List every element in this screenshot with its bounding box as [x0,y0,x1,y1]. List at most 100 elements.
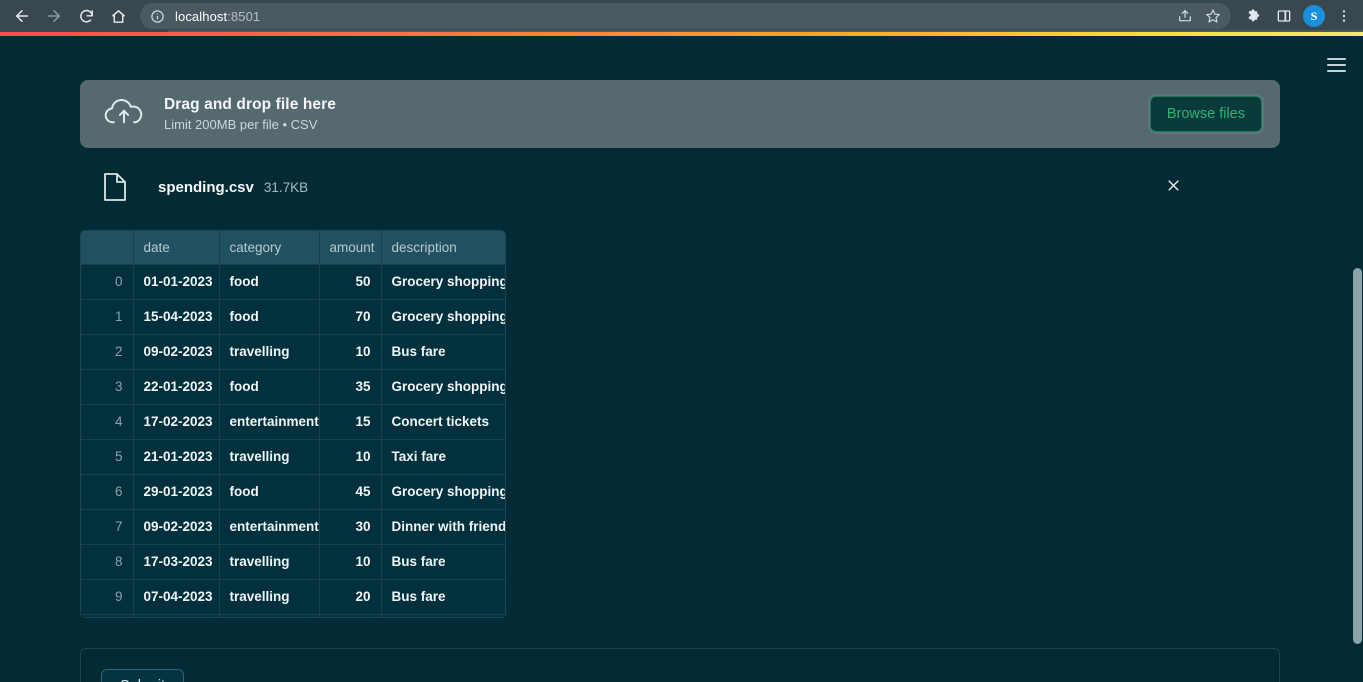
navigation-buttons [0,2,134,30]
avatar-initial: S [1303,5,1325,27]
cell-description: Grocery shopping [381,474,505,510]
cell-amount: 45 [319,474,382,510]
cell-index: 4 [81,404,134,440]
browser-toolbar-right: S [1239,1,1363,31]
back-arrow-icon[interactable] [6,2,38,30]
column-header-category[interactable]: category [219,231,320,265]
uploader-texts: Drag and drop file here Limit 200MB per … [164,96,1150,132]
table-row[interactable]: 0 01-01-2023 food 50 Grocery shopping [81,264,505,300]
cell-description: Dinner with friends [381,509,505,545]
file-uploader-dropzone[interactable]: Drag and drop file here Limit 200MB per … [80,80,1280,148]
cell-date: 22-01-2023 [133,369,220,405]
cell-amount: 10 [319,544,382,580]
file-icon [102,172,128,202]
puzzle-icon[interactable] [1239,1,1269,31]
cell-date: 01-01-2023 [133,264,220,300]
cell-date: 21-01-2023 [133,439,220,475]
dataframe-header: date category amount description [81,231,505,265]
close-icon[interactable] [1160,172,1186,198]
dataframe-body: 0 01-01-2023 food 50 Grocery shopping 1 15-04-… [81,264,505,617]
cell-category: travelling [219,334,320,370]
cell-amount: 50 [319,264,382,300]
table-row[interactable]: 9 07-04-2023 travelling 20 Bus fare [81,579,505,615]
cell-category: food [219,369,320,405]
cell-index: 8 [81,544,134,580]
forward-arrow-icon[interactable] [38,2,70,30]
dataframe[interactable]: date category amount description 0 01-01-… [80,230,506,618]
table-row[interactable]: 6 29-01-2023 food 45 Grocery shopping [81,474,505,510]
cloud-upload-icon [102,92,146,136]
main-menu-icon[interactable] [1321,50,1351,80]
site-info-icon[interactable] [150,9,165,24]
cell-description: Bus fare [381,334,505,370]
side-panel-icon[interactable] [1269,1,1299,31]
table-row[interactable]: 3 22-01-2023 food 35 Grocery shopping [81,369,505,405]
url-port: :8501 [227,8,261,24]
uploader-title: Drag and drop file here [164,96,336,113]
cell-description: Grocery shopping [381,264,505,300]
column-header-date[interactable]: date [133,231,220,265]
cell-description: Concert tickets [381,404,505,440]
cell-index: 3 [81,369,134,405]
cell-date: 17-03-2023 [133,544,220,580]
cell-date: 09-02-2023 [133,509,220,545]
browse-files-button[interactable]: Browse files [1149,96,1262,132]
table-row[interactable]: 8 17-03-2023 travelling 10 Bus fare [81,544,505,580]
page-scrollbar[interactable] [1352,72,1363,682]
table-row[interactable]: 5 21-01-2023 travelling 10 Taxi fare [81,439,505,475]
cell-amount: 15 [319,404,382,440]
column-header-description[interactable]: description [381,231,505,265]
avatar[interactable]: S [1299,1,1329,31]
cell-amount: 10 [319,334,382,370]
streamlit-app: Drag and drop file here Limit 200MB per … [0,36,1363,682]
cell-amount [319,614,382,617]
address-bar[interactable]: localhost:8501 [140,3,1231,29]
cell-amount: 30 [319,509,382,545]
cell-category: travelling [219,544,320,580]
uploaded-file-size: 31.7KB [263,179,309,195]
column-header-index[interactable] [81,231,134,265]
cell-amount: 20 [319,579,382,615]
table-row[interactable]: 4 17-02-2023 entertainment 15 Concert ticket… [81,404,505,440]
cell-date: 29-01-2023 [133,474,220,510]
cell-index: 1 [81,299,134,335]
table-row[interactable]: 1 15-04-2023 food 70 Grocery shopping [81,299,505,335]
cell-category: food [219,299,320,335]
cell-date: 15-04-2023 [133,299,220,335]
hamburger-line [1326,64,1346,66]
cell-description: Bus fare [381,544,505,580]
cell-description [381,614,505,617]
reload-icon[interactable] [70,2,102,30]
cell-date: 17-02-2023 [133,404,220,440]
cell-description: Taxi fare [381,439,505,475]
scrollbar-thumb[interactable] [1353,268,1362,644]
cell-index: 0 [81,264,134,300]
cell-category: food [219,474,320,510]
table-row[interactable] [81,614,505,617]
cell-index: 9 [81,579,134,615]
cell-index: 7 [81,509,134,545]
share-icon[interactable] [1171,3,1199,29]
omnibox-actions [1171,3,1227,29]
uploaded-file-row: spending.csv 31.7KB [80,164,1280,210]
browser-chrome: localhost:8501 S [0,0,1363,32]
column-header-amount[interactable]: amount [319,231,382,265]
cell-index: 2 [81,334,134,370]
table-row[interactable]: 2 09-02-2023 travelling 10 Bus fare [81,334,505,370]
form-container: Submit [80,648,1280,682]
star-icon[interactable] [1199,3,1227,29]
table-row[interactable]: 7 09-02-2023 entertainment 30 Dinner with fr… [81,509,505,545]
uploader-subtitle: Limit 200MB per file • CSV [164,117,318,132]
cell-category: food [219,264,320,300]
cell-category: entertainment [219,404,320,440]
cell-date: 09-02-2023 [133,334,220,370]
home-icon[interactable] [102,2,134,30]
submit-button[interactable]: Submit [101,669,185,682]
cell-amount: 10 [319,439,382,475]
hamburger-line [1326,58,1346,60]
cell-description: Grocery shopping [381,369,505,405]
kebab-menu-icon[interactable] [1329,1,1359,31]
cell-index: 6 [81,474,134,510]
cell-date: 07-04-2023 [133,579,220,615]
cell-category: entertainment [219,509,320,545]
